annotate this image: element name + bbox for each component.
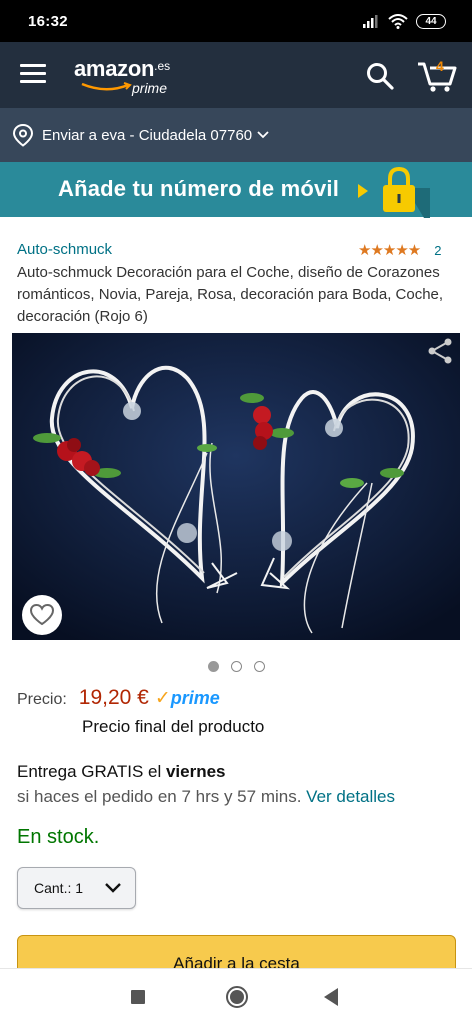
delivery-location-bar[interactable]: Enviar a eva - Ciudadela 07760 [0, 108, 472, 162]
logo-smile-icon [81, 82, 132, 91]
delivery-day: viernes [165, 762, 226, 781]
location-pin-icon [12, 123, 34, 147]
cart-button[interactable]: 4 [416, 56, 458, 94]
status-bar: 16:32 44 [0, 0, 472, 42]
back-icon[interactable] [324, 988, 338, 1006]
search-icon[interactable] [366, 62, 394, 90]
lock-icon [383, 166, 430, 218]
heart-icon [29, 603, 55, 626]
product-photo [12, 333, 460, 640]
recent-apps-icon[interactable] [131, 990, 145, 1004]
rating-count: 2 [434, 242, 442, 258]
price-row: Precio: 19,20 € ✓ prime [17, 686, 220, 710]
price-label: Precio: [17, 691, 67, 708]
play-arrow-icon [358, 184, 368, 198]
top-nav: amazon.es prime 4 [0, 42, 472, 108]
prime-badge: ✓ prime [155, 687, 220, 710]
delivery-prefix: Entrega GRATIS el [17, 762, 166, 781]
wifi-icon [388, 13, 408, 29]
carousel-dot[interactable] [208, 661, 219, 672]
amazon-logo[interactable]: amazon.es prime [74, 56, 171, 96]
delivery-details-link[interactable]: Ver detalles [306, 787, 395, 806]
brand-link[interactable]: Auto-schmuck [17, 241, 112, 258]
price-value: 19,20 € [78, 686, 149, 709]
system-nav-bar [0, 968, 472, 1024]
battery-icon: 44 [416, 13, 446, 29]
image-carousel-dots [208, 661, 265, 672]
share-icon[interactable] [426, 337, 454, 365]
carousel-dot[interactable] [231, 661, 242, 672]
chevron-down-icon [105, 883, 121, 893]
chevron-down-icon [257, 131, 269, 139]
delivery-cutoff: si haces el pedido en 7 hrs y 57 mins. [17, 787, 307, 806]
star-rating-icon: ★★★★★ [358, 242, 421, 259]
stock-status: En stock. [17, 826, 100, 848]
status-icons: 44 [362, 13, 446, 29]
banner-text: Añade tu número de móvil [58, 176, 340, 201]
product-title: Auto-schmuck Decoración para el Coche, d… [17, 264, 444, 325]
cart-count: 4 [436, 58, 444, 74]
prime-label: prime [170, 688, 220, 708]
signal-icon [363, 15, 378, 28]
logo-prime: prime [132, 80, 168, 96]
delivery-info: Entrega GRATIS el viernes [17, 762, 226, 782]
quantity-select[interactable]: Cant.: 1 [17, 867, 136, 909]
price-final-note: Precio final del producto [82, 717, 265, 736]
delivery-location-text: Enviar a eva - Ciudadela 07760 [42, 126, 253, 144]
prime-check-icon: ✓ [154, 688, 171, 709]
menu-icon[interactable] [20, 64, 46, 86]
carousel-dot[interactable] [254, 661, 265, 672]
status-time: 16:32 [28, 12, 68, 30]
product-image[interactable] [12, 333, 460, 640]
delivery-subtext: si haces el pedido en 7 hrs y 57 mins. V… [17, 787, 395, 807]
logo-domain: .es [154, 59, 171, 73]
wishlist-button[interactable] [22, 595, 62, 635]
home-icon[interactable] [226, 986, 248, 1008]
rating[interactable]: ★★★★★ 2 [358, 241, 441, 259]
quantity-label: Cant.: 1 [34, 880, 84, 896]
logo-word: amazon [74, 56, 155, 81]
